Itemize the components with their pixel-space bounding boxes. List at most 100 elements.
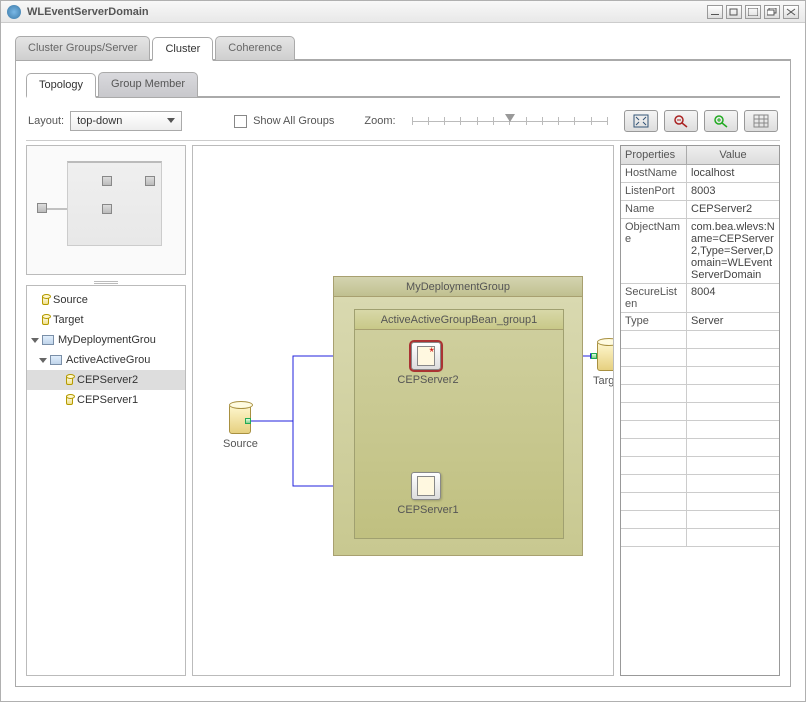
cluster-panel: Topology Group Member Layout: top-down S… xyxy=(15,61,791,687)
properties-body[interactable]: HostNamelocalhostListenPort8003NameCEPSe… xyxy=(621,165,779,675)
property-key: Name xyxy=(621,201,687,218)
zoom-thumb-icon[interactable] xyxy=(505,114,515,122)
property-row-empty xyxy=(621,475,779,493)
source-label: Source xyxy=(223,438,258,450)
tab-cluster[interactable]: Cluster xyxy=(152,37,213,61)
cepserver1-node[interactable] xyxy=(411,472,441,500)
title-bar: WLEventServerDomain xyxy=(1,1,805,23)
chevron-down-icon xyxy=(167,118,175,124)
content-row: Source Target MyDeploymentGrou ActiveAct… xyxy=(26,145,780,676)
properties-panel: Properties Value HostNamelocalhostListen… xyxy=(620,145,780,676)
database-icon xyxy=(66,395,73,405)
property-row[interactable]: HostNamelocalhost xyxy=(621,165,779,183)
property-row-empty xyxy=(621,511,779,529)
property-value: 8003 xyxy=(687,183,779,200)
group-icon xyxy=(50,355,62,365)
zoom-in-button[interactable] xyxy=(704,110,738,132)
fit-to-window-button[interactable] xyxy=(624,110,658,132)
property-row-empty xyxy=(621,457,779,475)
header-properties: Properties xyxy=(621,146,687,164)
overview-node xyxy=(102,176,112,186)
layout-select[interactable]: top-down xyxy=(70,111,182,131)
topology-canvas[interactable]: Source MyDeploymentGroup ActiveActiveGro… xyxy=(192,145,614,676)
minimize-button[interactable] xyxy=(707,5,723,19)
tree-view[interactable]: Source Target MyDeploymentGrou ActiveAct… xyxy=(26,285,186,676)
restore-down-button[interactable] xyxy=(726,5,742,19)
inner-group-title: ActiveActiveGroupBean_group1 xyxy=(355,310,563,330)
property-row[interactable]: TypeServer xyxy=(621,313,779,331)
property-key: Type xyxy=(621,313,687,330)
properties-table: Properties Value HostNamelocalhostListen… xyxy=(620,145,780,676)
tree-item-active-group[interactable]: ActiveActiveGrou xyxy=(27,350,185,370)
property-value: com.bea.wlevs:Name=CEPServer2,Type=Serve… xyxy=(687,219,779,283)
app-icon xyxy=(7,5,21,19)
property-value: Server xyxy=(687,313,779,330)
property-value: 8004 xyxy=(687,284,779,312)
grid-toggle-button[interactable] xyxy=(744,110,778,132)
property-row[interactable]: ObjectNamecom.bea.wlevs:Name=CEPServer2,… xyxy=(621,219,779,284)
overview-map[interactable] xyxy=(26,145,186,275)
zoom-label: Zoom: xyxy=(364,115,395,127)
tree-item-cepserver2[interactable]: CEPServer2 xyxy=(27,370,185,390)
property-row[interactable]: SecureListen8004 xyxy=(621,284,779,313)
tab-topology[interactable]: Topology xyxy=(26,73,96,98)
layout-value: top-down xyxy=(77,115,122,127)
tree-item-cepserver1[interactable]: CEPServer1 xyxy=(27,390,185,410)
database-icon xyxy=(597,341,614,371)
tab-group-member[interactable]: Group Member xyxy=(98,72,198,97)
tree-item-target[interactable]: Target xyxy=(27,310,185,330)
target-node[interactable]: Target xyxy=(593,341,614,387)
tab-coherence[interactable]: Coherence xyxy=(215,36,295,60)
zoom-slider[interactable] xyxy=(412,116,608,126)
tree-item-deployment-group[interactable]: MyDeploymentGrou xyxy=(27,330,185,350)
property-row-empty xyxy=(621,421,779,439)
properties-header: Properties Value xyxy=(621,146,779,165)
property-row[interactable]: ListenPort8003 xyxy=(621,183,779,201)
show-all-groups-checkbox[interactable] xyxy=(234,115,247,128)
vertical-splitter[interactable] xyxy=(613,398,614,424)
expand-icon[interactable] xyxy=(31,338,39,343)
overview-node xyxy=(145,176,155,186)
cepserver2-label: CEPServer2 xyxy=(393,374,463,386)
server-icon xyxy=(417,476,435,496)
property-row-empty xyxy=(621,367,779,385)
tab-cluster-groups-server[interactable]: Cluster Groups/Server xyxy=(15,36,150,60)
layout-label: Layout: xyxy=(28,115,64,127)
property-row-empty xyxy=(621,493,779,511)
anchor-point[interactable] xyxy=(245,418,251,424)
property-row-empty xyxy=(621,529,779,547)
cepserver1-label: CEPServer1 xyxy=(393,504,463,516)
sub-tab-row: Topology Group Member xyxy=(26,71,780,98)
property-row-empty xyxy=(621,403,779,421)
property-value: CEPServer2 xyxy=(687,201,779,218)
body-area: Cluster Groups/Server Cluster Coherence … xyxy=(1,23,805,701)
anchor-point[interactable] xyxy=(591,353,597,359)
property-row[interactable]: NameCEPServer2 xyxy=(621,201,779,219)
maximize-button[interactable] xyxy=(745,5,761,19)
property-key: ListenPort xyxy=(621,183,687,200)
toolbar: Layout: top-down Show All Groups Zoom: xyxy=(26,106,780,141)
database-icon xyxy=(42,315,49,325)
show-all-groups-label: Show All Groups xyxy=(253,115,334,127)
cepserver2-node[interactable] xyxy=(411,342,441,370)
overview-group xyxy=(67,161,162,246)
property-key: HostName xyxy=(621,165,687,182)
source-node[interactable]: Source xyxy=(223,404,258,450)
database-icon xyxy=(42,295,49,305)
expand-icon[interactable] xyxy=(39,358,47,363)
server-icon xyxy=(417,346,435,366)
restore-button[interactable] xyxy=(764,5,780,19)
window-title: WLEventServerDomain xyxy=(27,6,704,18)
target-label: Target xyxy=(593,375,614,387)
group-icon xyxy=(42,335,54,345)
overview-node xyxy=(37,203,47,213)
main-tab-row: Cluster Groups/Server Cluster Coherence xyxy=(15,35,791,61)
zoom-out-button[interactable] xyxy=(664,110,698,132)
property-row-empty xyxy=(621,385,779,403)
close-button[interactable] xyxy=(783,5,799,19)
property-row-empty xyxy=(621,439,779,457)
app-window: WLEventServerDomain Cluster Groups/Serve… xyxy=(0,0,806,702)
tree-item-source[interactable]: Source xyxy=(27,290,185,310)
property-key: SecureListen xyxy=(621,284,687,312)
property-value: localhost xyxy=(687,165,779,182)
